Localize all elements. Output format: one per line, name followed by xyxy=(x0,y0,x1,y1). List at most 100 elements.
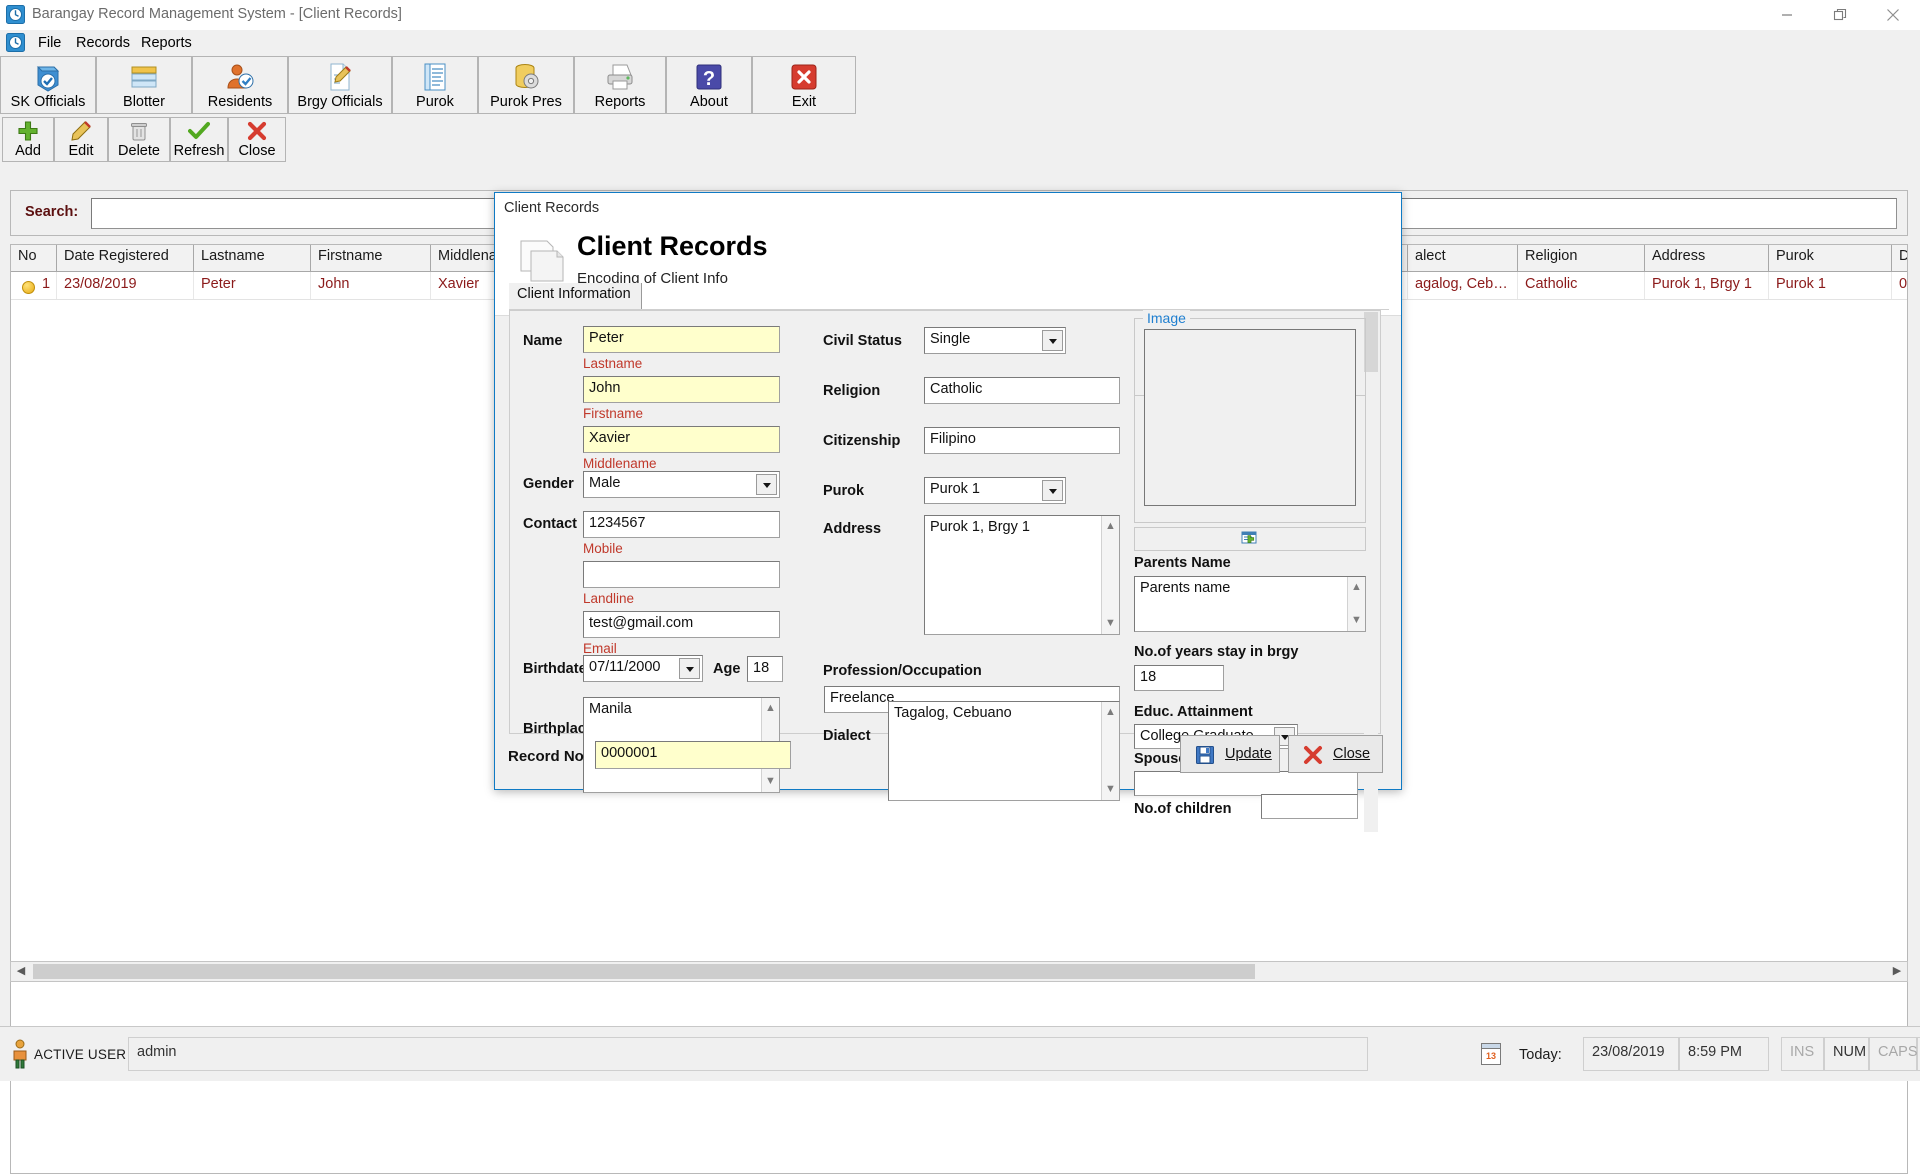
main-toolbar: SK Officials Blotter Residents Brgy Offi… xyxy=(0,56,1920,117)
menu-item-file[interactable]: File xyxy=(32,34,67,52)
menu-item-reports[interactable]: Reports xyxy=(135,34,198,52)
green-plus-icon xyxy=(17,120,39,142)
gender-select[interactable]: Male xyxy=(583,471,780,498)
age-input[interactable]: 18 xyxy=(747,656,783,682)
add-image-icon[interactable] xyxy=(1241,530,1259,553)
birthdate-picker[interactable]: 07/11/2000 xyxy=(583,655,703,682)
image-preview[interactable] xyxy=(1144,329,1356,506)
toolbar-label: Blotter xyxy=(123,94,165,110)
toolbar-button-purok-pres[interactable]: Purok Pres xyxy=(478,56,574,114)
grid-col-dialect[interactable]: alect xyxy=(1408,245,1518,271)
grid-col-lastname[interactable]: Lastname xyxy=(194,245,311,271)
chevron-down-icon[interactable]: ▼ xyxy=(762,773,779,790)
toolbar-button-reports[interactable]: Reports xyxy=(574,56,666,114)
toolbar-button-exit[interactable]: Exit xyxy=(752,56,856,114)
red-x-icon xyxy=(1303,745,1323,765)
label-address: Address xyxy=(823,521,882,537)
label-purok: Purok xyxy=(823,483,865,499)
record-no-input[interactable]: 0000001 xyxy=(595,741,791,769)
action-button-delete[interactable]: Delete xyxy=(108,117,170,162)
textarea-scrollbar[interactable]: ▲ ▼ xyxy=(1101,516,1119,634)
firstname-input[interactable]: John xyxy=(583,376,780,403)
dialect-textarea[interactable]: Tagalog, Cebuano ▲ ▼ xyxy=(888,701,1120,801)
lastname-input[interactable]: Peter xyxy=(583,326,780,353)
close-button-label: Close xyxy=(1333,746,1371,762)
chevron-down-icon[interactable]: ▼ xyxy=(1102,781,1119,798)
hint-email: Email xyxy=(583,641,617,656)
toolbar-label: Reports xyxy=(594,94,646,110)
toolbar-button-sk-officials[interactable]: SK Officials xyxy=(0,56,96,114)
green-check-icon xyxy=(188,120,210,142)
menu-item-records[interactable]: Records xyxy=(70,34,136,52)
chevron-down-icon[interactable] xyxy=(1042,480,1063,501)
action-label: Add xyxy=(15,143,41,159)
window-restore-button[interactable] xyxy=(1818,0,1864,30)
grid-col-no[interactable]: No xyxy=(11,245,57,271)
religion-input[interactable]: Catholic xyxy=(924,377,1120,404)
grid-horizontal-scrollbar[interactable]: ◀ ▶ xyxy=(10,961,1908,982)
chevron-up-icon[interactable]: ▲ xyxy=(762,700,779,717)
toolbar-button-residents[interactable]: Residents xyxy=(192,56,288,114)
mobile-input[interactable]: 1234567 xyxy=(583,511,780,538)
landline-input[interactable] xyxy=(583,561,780,588)
mdi-app-icon xyxy=(6,33,25,52)
window-title: Barangay Record Management System - [Cli… xyxy=(32,6,402,22)
action-button-add[interactable]: Add xyxy=(2,117,54,162)
toolbar-button-about[interactable]: ? About xyxy=(666,56,752,114)
textarea-scrollbar[interactable]: ▲ ▼ xyxy=(1101,702,1119,800)
years-stay-input[interactable]: 18 xyxy=(1134,665,1224,691)
purok-select[interactable]: Purok 1 xyxy=(924,477,1066,504)
chevron-down-icon[interactable] xyxy=(1042,330,1063,351)
action-button-edit[interactable]: Edit xyxy=(54,117,108,162)
grid-col-purok[interactable]: Purok xyxy=(1769,245,1892,271)
grid-col-address[interactable]: Address xyxy=(1645,245,1769,271)
close-button[interactable]: Close xyxy=(1288,735,1383,773)
toolbar-button-brgy-officials[interactable]: Brgy Officials xyxy=(288,56,392,114)
window-minimize-button[interactable] xyxy=(1764,0,1810,30)
textarea-scrollbar[interactable]: ▲ ▼ xyxy=(1347,577,1365,631)
toolbar-button-purok[interactable]: Purok xyxy=(392,56,478,114)
question-help-icon: ? xyxy=(693,61,725,93)
dialog-title: Client Records xyxy=(577,231,768,261)
toolbar-button-blotter[interactable]: Blotter xyxy=(96,56,192,114)
children-input[interactable] xyxy=(1261,794,1358,819)
scroll-left-icon[interactable]: ◀ xyxy=(11,962,31,981)
chevron-down-icon[interactable]: ▼ xyxy=(1348,612,1365,629)
person-check-icon xyxy=(224,61,256,93)
citizenship-input[interactable]: Filipino xyxy=(924,427,1120,454)
grid-col-religion[interactable]: Religion xyxy=(1518,245,1645,271)
image-button-bar[interactable] xyxy=(1134,527,1366,551)
chevron-up-icon[interactable]: ▲ xyxy=(1102,704,1119,721)
status-num: NUM xyxy=(1824,1037,1869,1071)
label-no-of-children: No.of children xyxy=(1134,801,1232,817)
action-button-refresh[interactable]: Refresh xyxy=(170,117,228,162)
window-close-button[interactable] xyxy=(1870,0,1916,30)
middlename-input[interactable]: Xavier xyxy=(583,426,780,453)
chevron-down-icon[interactable]: ▼ xyxy=(1102,615,1119,632)
chevron-down-icon[interactable] xyxy=(679,658,700,679)
label-civil-status: Civil Status xyxy=(823,333,902,349)
chevron-up-icon[interactable]: ▲ xyxy=(1348,579,1365,596)
grid-col-date-of[interactable]: Date o xyxy=(1892,245,1907,271)
address-textarea[interactable]: Purok 1, Brgy 1 ▲ ▼ xyxy=(924,515,1120,635)
scrollbar-thumb[interactable] xyxy=(33,964,1255,979)
application-window: Barangay Record Management System - [Cli… xyxy=(0,0,1920,1174)
toolbar-label: Residents xyxy=(207,94,273,110)
purok-value: Purok 1 xyxy=(930,481,980,497)
menu-bar: File Records Reports – ❐ ✕ xyxy=(0,30,1920,84)
scrollbar-thumb[interactable] xyxy=(1364,312,1378,372)
chevron-up-icon[interactable]: ▲ xyxy=(1102,518,1119,535)
toolbar-label: Brgy Officials xyxy=(297,94,383,110)
email-input[interactable]: test@gmail.com xyxy=(583,611,780,638)
grid-col-firstname[interactable]: Firstname xyxy=(311,245,431,271)
tab-client-information[interactable]: Client Information xyxy=(509,283,642,309)
parents-name-textarea[interactable]: Parents name ▲ ▼ xyxy=(1134,576,1366,632)
civil-status-select[interactable]: Single xyxy=(924,327,1066,354)
update-button[interactable]: Update xyxy=(1180,735,1280,773)
scroll-right-icon[interactable]: ▶ xyxy=(1887,962,1907,981)
spouse-input[interactable] xyxy=(1134,771,1358,796)
grid-col-date-registered[interactable]: Date Registered xyxy=(57,245,194,271)
today-date: 23/08/2019 xyxy=(1583,1037,1679,1071)
action-button-close[interactable]: Close xyxy=(228,117,286,162)
chevron-down-icon[interactable] xyxy=(756,474,777,495)
